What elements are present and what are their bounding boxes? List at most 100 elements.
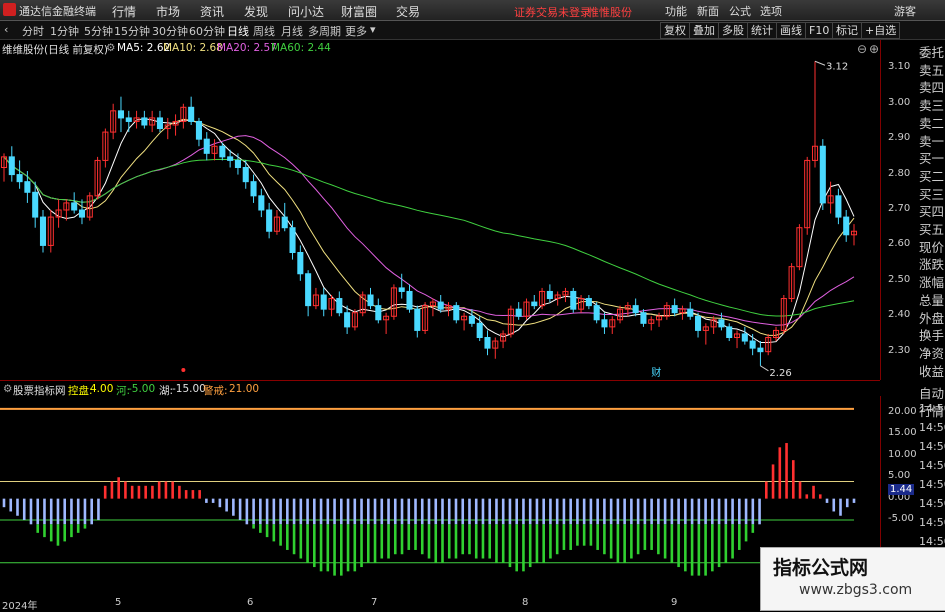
indicator-bar-negative <box>636 498 640 525</box>
indicator-bar-negative <box>279 498 282 525</box>
menu-新面[interactable]: 新面 <box>697 3 719 19</box>
candle-body <box>632 305 639 314</box>
indicator-bar-deep <box>603 524 606 555</box>
indicator-bar-negative <box>488 498 492 525</box>
candle-body <box>24 181 31 193</box>
quote-label: 卖一 <box>919 133 945 149</box>
watermark-url: www.zbgs3.com <box>799 582 913 598</box>
period-月线[interactable]: 月线 <box>281 23 303 39</box>
indicator-bar-negative <box>461 498 465 525</box>
candle-body <box>718 319 725 328</box>
trade-login-warning[interactable]: 证券交易未登录 <box>514 4 591 20</box>
candle-body <box>546 290 553 300</box>
indicator-tick-label: 15.00 <box>888 427 917 439</box>
button-F10[interactable]: F10 <box>805 22 834 39</box>
price-tick-label: 3.00 <box>888 96 911 108</box>
indicator-bar-negative <box>650 498 653 525</box>
indicator-settings-icon[interactable]: ⚙ <box>3 383 12 395</box>
quote-label: 外盘 <box>919 310 945 326</box>
candle-body <box>281 216 288 229</box>
indicator-bar-negative <box>549 498 552 525</box>
indicator-bar-deep <box>63 524 67 542</box>
menu-item-市场[interactable]: 市场 <box>156 3 180 20</box>
button-多股[interactable]: 多股 <box>718 22 748 39</box>
indicator-bar-deep <box>279 524 282 546</box>
period-日线[interactable]: 日线 <box>227 23 249 39</box>
indicator-bar-negative <box>825 498 829 503</box>
current-indicator-value: 1.44 <box>888 484 915 496</box>
chevron-left-icon[interactable]: ‹ <box>4 23 8 36</box>
chevron-down-icon[interactable]: ▾ <box>370 23 376 36</box>
indicator-bar-deep <box>400 524 404 555</box>
indicator-bar-negative <box>569 498 572 525</box>
indicator-bar-deep <box>420 524 424 555</box>
candle-body <box>414 308 421 331</box>
indicator-bar-deep <box>252 524 255 529</box>
indicator-bar-deep <box>56 524 60 546</box>
time-label: 14:50 <box>919 478 945 491</box>
period-更多[interactable]: 更多 <box>345 23 367 39</box>
button-统计[interactable]: 统计 <box>747 22 777 39</box>
indicator-bar-chart[interactable] <box>0 396 885 597</box>
time-label: 14:50 <box>919 440 945 453</box>
indicator-bar-deep <box>717 524 721 568</box>
indicator-bar-negative <box>292 498 296 525</box>
candlestick-chart[interactable]: 3.12 2.26 财 <box>0 40 885 380</box>
menu-item-交易[interactable]: 交易 <box>396 3 420 20</box>
guest-label[interactable]: 游客 <box>894 3 916 19</box>
candle-body <box>336 298 343 314</box>
indicator-bar-positive <box>130 485 134 499</box>
period-30分钟[interactable]: 30分钟 <box>152 23 188 39</box>
period-5分钟[interactable]: 5分钟 <box>84 23 113 39</box>
menu-选项[interactable]: 选项 <box>760 3 782 19</box>
candle-body <box>78 209 86 218</box>
indicator-bar-negative <box>400 498 404 525</box>
button-画线[interactable]: 画线 <box>776 22 806 39</box>
indicator-bar-negative <box>576 498 579 525</box>
price-tick-label: 2.90 <box>888 132 911 144</box>
candle-body <box>601 319 608 328</box>
period-60分钟[interactable]: 60分钟 <box>189 23 225 39</box>
indicator-bar-deep <box>501 524 505 563</box>
quote-label: 委托 <box>919 45 945 60</box>
quote-label: 买三 <box>919 186 945 202</box>
menu-item-资讯[interactable]: 资讯 <box>200 3 224 20</box>
period-15分钟[interactable]: 15分钟 <box>114 23 150 39</box>
candle-body <box>468 315 475 324</box>
button-复权[interactable]: 复权 <box>660 22 690 39</box>
indicator-控盘-value: 4.00 <box>90 383 114 395</box>
indicator-警戒-value: 21.00 <box>229 383 260 395</box>
indicator-bar-deep <box>684 524 687 572</box>
candle-body <box>515 308 522 317</box>
date-label: 6 <box>247 597 254 608</box>
menu-功能[interactable]: 功能 <box>665 3 687 19</box>
candle-body <box>250 181 257 197</box>
menu-item-问小达[interactable]: 问小达 <box>288 3 324 20</box>
period-多周期[interactable]: 多周期 <box>308 23 341 39</box>
indicator-bar-negative <box>744 498 748 525</box>
indicator-bar-negative <box>684 498 687 525</box>
indicator-bar-negative <box>468 498 471 525</box>
button-标记[interactable]: 标记 <box>832 22 862 39</box>
indicator-tick-label: 10.00 <box>888 448 917 460</box>
period-周线[interactable]: 周线 <box>253 23 275 39</box>
candle-body <box>640 312 647 324</box>
quote-label: 涨幅 <box>919 275 945 291</box>
button-自选[interactable]: +自选 <box>861 22 901 39</box>
candle-body <box>757 347 764 353</box>
menu-item-财富圈[interactable]: 财富圈 <box>341 3 377 20</box>
high-price-label: 3.12 <box>826 61 848 72</box>
period-分时[interactable]: 分时 <box>22 23 44 39</box>
menu-item-行情[interactable]: 行情 <box>112 3 136 20</box>
period-1分钟[interactable]: 1分钟 <box>50 23 79 39</box>
candle-body <box>71 202 78 211</box>
indicator-bar-deep <box>690 524 694 576</box>
indicator-bar-negative <box>360 498 363 525</box>
menu-公式[interactable]: 公式 <box>729 3 751 19</box>
button-叠加[interactable]: 叠加 <box>689 22 719 39</box>
indicator-bar-negative <box>535 498 539 525</box>
menu-item-发现[interactable]: 发现 <box>244 3 268 20</box>
indicator-bar-negative <box>56 498 60 525</box>
indicator-bar-negative <box>272 498 276 525</box>
indicator-bar-positive <box>812 485 815 499</box>
